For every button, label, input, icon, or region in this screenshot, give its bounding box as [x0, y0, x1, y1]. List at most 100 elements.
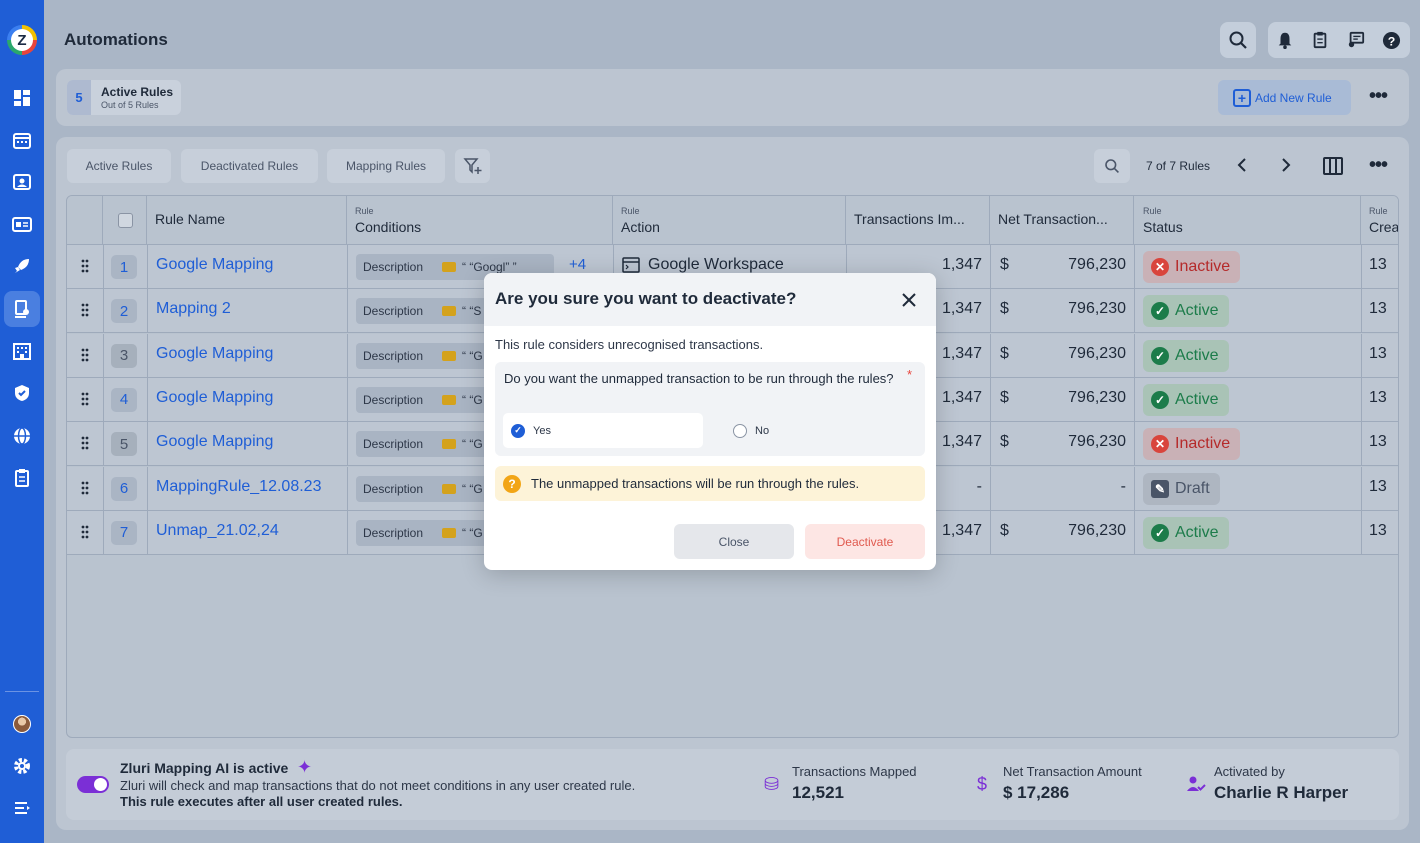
- cell-divider: [1134, 333, 1135, 378]
- dashboard-icon[interactable]: [12, 88, 32, 108]
- drag-handle-icon[interactable]: [81, 303, 89, 317]
- rule-name-link[interactable]: Google Mapping: [156, 433, 273, 451]
- conditions-header[interactable]: Rule Conditions: [347, 196, 613, 245]
- created-date: 13: [1369, 521, 1387, 539]
- option-no[interactable]: No: [725, 413, 925, 448]
- status-badge[interactable]: ✕ Inactive: [1143, 428, 1241, 461]
- deactivate-modal: Are you sure you want to deactivate? Thi…: [484, 273, 936, 570]
- zluri-logo[interactable]: Z: [7, 25, 37, 55]
- row-number: 7: [111, 520, 137, 545]
- cell-divider: [147, 289, 148, 334]
- status-badge[interactable]: ✓ Active: [1143, 383, 1229, 416]
- cell-divider: [347, 377, 348, 422]
- rule-name-link[interactable]: MappingRule_12.08.23: [156, 478, 321, 496]
- rocket-icon[interactable]: [12, 256, 32, 276]
- chevron-right-icon[interactable]: [1280, 157, 1292, 178]
- avatar[interactable]: [13, 715, 31, 733]
- status-badge[interactable]: ✓ Active: [1143, 516, 1229, 549]
- id-card-icon[interactable]: [12, 214, 32, 234]
- close-icon[interactable]: [898, 289, 920, 311]
- rule-name-link[interactable]: Mapping 2: [156, 300, 231, 318]
- ai-mapping-toggle[interactable]: [77, 776, 109, 793]
- clipboard-icon[interactable]: [1310, 30, 1330, 50]
- check-circle-icon: ✓: [1151, 390, 1169, 409]
- more-options-icon[interactable]: •••: [1369, 85, 1388, 108]
- drag-handle-icon[interactable]: [81, 259, 89, 273]
- net-transaction-amount: 796,230: [1068, 521, 1126, 539]
- tab-active-rules[interactable]: Active Rules: [67, 149, 171, 183]
- text-match-icon: [442, 527, 456, 538]
- chat-icon[interactable]: [1346, 30, 1366, 50]
- active-rules-count: 5: [67, 80, 91, 115]
- bell-icon[interactable]: [1275, 30, 1295, 50]
- chevron-left-icon[interactable]: [1236, 157, 1248, 178]
- net-transaction-amount-value: $ 17,286: [1003, 783, 1070, 802]
- created-header[interactable]: Rule Crea: [1361, 196, 1398, 245]
- cell-divider: [990, 333, 991, 378]
- cell-divider: [147, 377, 148, 422]
- drag-handle-icon[interactable]: [81, 481, 89, 495]
- ai-mapping-note: This rule executes after all user create…: [120, 794, 403, 809]
- status-badge[interactable]: ✕ Inactive: [1143, 251, 1241, 283]
- created-header-small: Rule: [1369, 206, 1388, 216]
- rule-name-link[interactable]: Google Mapping: [156, 389, 273, 407]
- globe-icon[interactable]: [12, 426, 32, 446]
- action-header[interactable]: Rule Action: [613, 196, 846, 245]
- calendar-icon[interactable]: [12, 130, 32, 150]
- deactivate-button[interactable]: Deactivate: [805, 524, 925, 559]
- table-search-button[interactable]: [1094, 149, 1130, 183]
- add-new-rule-button[interactable]: + Add New Rule: [1218, 80, 1351, 115]
- drag-column-header: [67, 196, 103, 245]
- drag-handle-icon[interactable]: [81, 392, 89, 406]
- action-header-label: Action: [621, 219, 660, 235]
- status-header[interactable]: Rule Status: [1134, 196, 1361, 245]
- more-conditions-link[interactable]: +4: [569, 256, 586, 273]
- option-yes[interactable]: ✓ Yes: [503, 413, 703, 448]
- ai-mapping-description: Zluri will check and map transactions th…: [120, 778, 636, 793]
- building-icon[interactable]: [12, 341, 32, 361]
- gear-icon[interactable]: [12, 756, 32, 776]
- net-transaction-header[interactable]: Net Transaction...: [990, 196, 1134, 245]
- drag-handle-icon[interactable]: [81, 348, 89, 362]
- x-circle-icon: ✕: [1151, 258, 1169, 276]
- help-icon[interactable]: ?: [1381, 30, 1401, 50]
- status-badge[interactable]: ✎ Draft: [1143, 472, 1220, 505]
- tab-mapping-rules[interactable]: Mapping Rules: [327, 149, 445, 183]
- rule-name-link[interactable]: Google Mapping: [156, 256, 273, 274]
- select-all-checkbox[interactable]: [118, 213, 133, 228]
- rule-name-link[interactable]: Unmap_21.02,24: [156, 522, 279, 540]
- add-new-rule-label: Add New Rule: [1255, 90, 1332, 105]
- radio-no[interactable]: [733, 423, 747, 438]
- condition-label: Description: [363, 260, 424, 274]
- cell-divider: [1134, 377, 1135, 422]
- close-button[interactable]: Close: [674, 524, 794, 559]
- cell-divider: [347, 333, 348, 378]
- clipboard-icon[interactable]: [12, 468, 32, 488]
- cell-divider: [1134, 422, 1135, 467]
- header-search-button[interactable]: [1220, 22, 1256, 58]
- rule-name-link[interactable]: Google Mapping: [156, 345, 273, 363]
- cell-divider: [103, 245, 104, 289]
- table-more-options-icon[interactable]: •••: [1369, 154, 1388, 177]
- radio-yes-checked[interactable]: ✓: [511, 423, 525, 438]
- status-badge[interactable]: ✓ Active: [1143, 295, 1229, 328]
- shield-icon[interactable]: [12, 383, 32, 403]
- warning-text: The unmapped transactions will be run th…: [531, 476, 860, 491]
- status-label: Inactive: [1175, 258, 1231, 275]
- columns-icon[interactable]: [1323, 156, 1343, 181]
- status-badge[interactable]: ✓ Active: [1143, 339, 1229, 372]
- automation-icon[interactable]: [12, 299, 32, 319]
- filter-button[interactable]: [455, 149, 490, 183]
- cell-divider: [347, 510, 348, 555]
- currency-symbol: $: [1000, 300, 1009, 318]
- rule-name-header[interactable]: Rule Name: [147, 196, 347, 245]
- drag-handle-icon[interactable]: [81, 525, 89, 539]
- transactions-header[interactable]: Transactions Im...: [846, 196, 990, 245]
- created-date: 13: [1369, 433, 1387, 451]
- tab-deactivated-rules[interactable]: Deactivated Rules: [181, 149, 318, 183]
- user-card-icon[interactable]: [12, 172, 32, 192]
- drag-handle-icon[interactable]: [81, 436, 89, 450]
- cell-divider: [147, 510, 148, 555]
- expand-menu-icon[interactable]: [12, 798, 32, 818]
- cell-divider: [1361, 422, 1362, 467]
